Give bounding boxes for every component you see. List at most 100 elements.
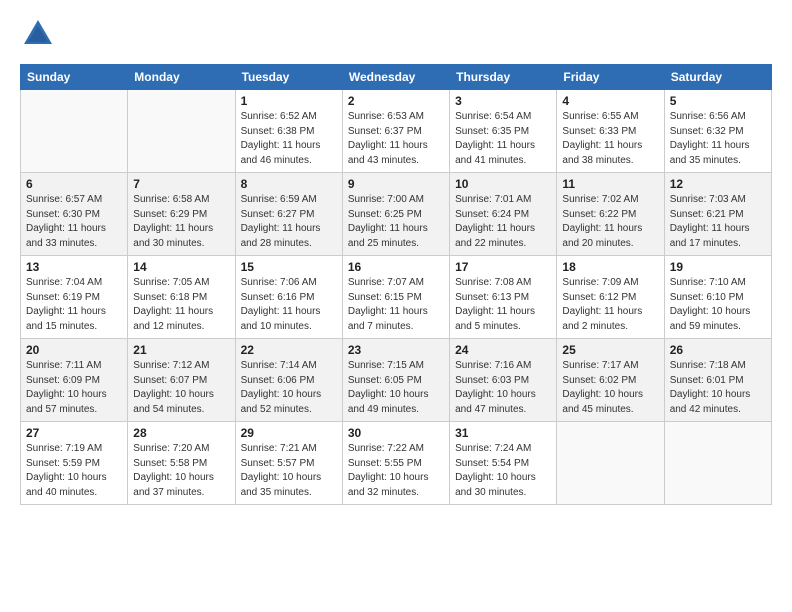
day-number: 14 [133,260,229,274]
calendar-day-cell [128,90,235,173]
day-number: 8 [241,177,337,191]
day-detail: Sunrise: 7:02 AMSunset: 6:22 PMDaylight:… [562,193,658,251]
calendar-day-cell: 8Sunrise: 6:59 AMSunset: 6:27 PMDaylight… [235,173,342,256]
day-detail: Sunrise: 7:12 AMSunset: 6:07 PMDaylight:… [133,359,229,417]
day-detail: Sunrise: 6:52 AMSunset: 6:38 PMDaylight:… [241,110,337,168]
calendar-day-cell: 23 Sunrise: 7:15 AMSunset: 6:05 PMDayligh… [342,339,449,422]
calendar-day-cell: 13 Sunrise: 7:04 AMSunset: 6:19 PMDayligh… [21,256,128,339]
day-number: 30 [348,426,444,440]
day-detail: Sunrise: 7:11 AMSunset: 6:09 PMDaylight:… [26,359,122,417]
calendar-day-cell: 21 Sunrise: 7:12 AMSunset: 6:07 PMDayligh… [128,339,235,422]
page: SundayMondayTuesdayWednesdayThursdayFrid… [0,0,792,525]
logo-icon [20,16,56,52]
weekday-header: Sunday [21,65,128,90]
day-number: 19 [670,260,766,274]
day-detail: Sunrise: 7:18 AMSunset: 6:01 PMDaylight:… [670,359,766,417]
day-detail: Sunrise: 7:07 AMSunset: 6:15 PMDaylight:… [348,276,444,334]
day-number: 15 [241,260,337,274]
day-number: 24 [455,343,551,357]
calendar-day-cell: 14Sunrise: 7:05 AMSunset: 6:18 PMDayligh… [128,256,235,339]
calendar-day-cell: 15Sunrise: 7:06 AMSunset: 6:16 PMDayligh… [235,256,342,339]
calendar-day-cell: 17 Sunrise: 7:08 AMSunset: 6:13 PMDayligh… [450,256,557,339]
calendar-week-row: 13 Sunrise: 7:04 AMSunset: 6:19 PMDayligh… [21,256,772,339]
calendar-day-cell: 7 Sunrise: 6:58 AMSunset: 6:29 PMDaylight… [128,173,235,256]
calendar-day-cell: 25 Sunrise: 7:17 AMSunset: 6:02 PMDayligh… [557,339,664,422]
day-number: 26 [670,343,766,357]
day-number: 3 [455,94,551,108]
day-detail: Sunrise: 7:20 AMSunset: 5:58 PMDaylight:… [133,442,229,500]
calendar-day-cell [664,422,771,505]
weekday-header: Saturday [664,65,771,90]
calendar-day-cell [21,90,128,173]
day-detail: Sunrise: 7:22 AMSunset: 5:55 PMDaylight:… [348,442,444,500]
day-detail: Sunrise: 7:21 AMSunset: 5:57 PMDaylight:… [241,442,337,500]
calendar-day-cell: 11 Sunrise: 7:02 AMSunset: 6:22 PMDayligh… [557,173,664,256]
day-number: 7 [133,177,229,191]
day-detail: Sunrise: 7:04 AMSunset: 6:19 PMDaylight:… [26,276,122,334]
day-detail: Sunrise: 7:15 AMSunset: 6:05 PMDaylight:… [348,359,444,417]
calendar-day-cell: 22Sunrise: 7:14 AMSunset: 6:06 PMDayligh… [235,339,342,422]
day-detail: Sunrise: 7:19 AMSunset: 5:59 PMDaylight:… [26,442,122,500]
day-detail: Sunrise: 7:09 AMSunset: 6:12 PMDaylight:… [562,276,658,334]
calendar-day-cell: 5 Sunrise: 6:56 AMSunset: 6:32 PMDaylight… [664,90,771,173]
calendar-week-row: 27 Sunrise: 7:19 AMSunset: 5:59 PMDayligh… [21,422,772,505]
calendar-week-row: 20Sunrise: 7:11 AMSunset: 6:09 PMDayligh… [21,339,772,422]
calendar-day-cell: 18 Sunrise: 7:09 AMSunset: 6:12 PMDayligh… [557,256,664,339]
logo [20,16,60,52]
day-number: 31 [455,426,551,440]
calendar-day-cell: 1 Sunrise: 6:52 AMSunset: 6:38 PMDaylight… [235,90,342,173]
calendar-header-row: SundayMondayTuesdayWednesdayThursdayFrid… [21,65,772,90]
weekday-header: Tuesday [235,65,342,90]
day-detail: Sunrise: 7:03 AMSunset: 6:21 PMDaylight:… [670,193,766,251]
calendar-day-cell: 28 Sunrise: 7:20 AMSunset: 5:58 PMDayligh… [128,422,235,505]
header [20,16,772,52]
day-detail: Sunrise: 6:58 AMSunset: 6:29 PMDaylight:… [133,193,229,251]
day-number: 21 [133,343,229,357]
calendar-day-cell: 3 Sunrise: 6:54 AMSunset: 6:35 PMDaylight… [450,90,557,173]
weekday-header: Thursday [450,65,557,90]
day-detail: Sunrise: 7:16 AMSunset: 6:03 PMDaylight:… [455,359,551,417]
calendar-week-row: 1 Sunrise: 6:52 AMSunset: 6:38 PMDaylight… [21,90,772,173]
day-number: 10 [455,177,551,191]
weekday-header: Monday [128,65,235,90]
weekday-header: Wednesday [342,65,449,90]
calendar-day-cell: 27 Sunrise: 7:19 AMSunset: 5:59 PMDayligh… [21,422,128,505]
calendar-day-cell: 2Sunrise: 6:53 AMSunset: 6:37 PMDaylight… [342,90,449,173]
day-number: 9 [348,177,444,191]
calendar-day-cell: 6Sunrise: 6:57 AMSunset: 6:30 PMDaylight… [21,173,128,256]
day-number: 12 [670,177,766,191]
day-number: 25 [562,343,658,357]
day-number: 4 [562,94,658,108]
calendar-day-cell: 30 Sunrise: 7:22 AMSunset: 5:55 PMDayligh… [342,422,449,505]
calendar-table: SundayMondayTuesdayWednesdayThursdayFrid… [20,64,772,505]
calendar-day-cell: 4 Sunrise: 6:55 AMSunset: 6:33 PMDaylight… [557,90,664,173]
calendar-day-cell: 9 Sunrise: 7:00 AMSunset: 6:25 PMDaylight… [342,173,449,256]
calendar-day-cell: 29Sunrise: 7:21 AMSunset: 5:57 PMDayligh… [235,422,342,505]
calendar-week-row: 6Sunrise: 6:57 AMSunset: 6:30 PMDaylight… [21,173,772,256]
day-detail: Sunrise: 7:08 AMSunset: 6:13 PMDaylight:… [455,276,551,334]
day-number: 11 [562,177,658,191]
day-number: 1 [241,94,337,108]
day-number: 28 [133,426,229,440]
day-number: 18 [562,260,658,274]
calendar-day-cell: 12 Sunrise: 7:03 AMSunset: 6:21 PMDayligh… [664,173,771,256]
day-detail: Sunrise: 6:56 AMSunset: 6:32 PMDaylight:… [670,110,766,168]
calendar-day-cell: 16 Sunrise: 7:07 AMSunset: 6:15 PMDayligh… [342,256,449,339]
day-number: 16 [348,260,444,274]
day-detail: Sunrise: 6:53 AMSunset: 6:37 PMDaylight:… [348,110,444,168]
calendar-day-cell: 26 Sunrise: 7:18 AMSunset: 6:01 PMDayligh… [664,339,771,422]
day-number: 27 [26,426,122,440]
day-detail: Sunrise: 6:54 AMSunset: 6:35 PMDaylight:… [455,110,551,168]
day-number: 17 [455,260,551,274]
day-number: 13 [26,260,122,274]
day-number: 23 [348,343,444,357]
day-number: 6 [26,177,122,191]
day-detail: Sunrise: 7:01 AMSunset: 6:24 PMDaylight:… [455,193,551,251]
calendar-day-cell: 20Sunrise: 7:11 AMSunset: 6:09 PMDayligh… [21,339,128,422]
day-detail: Sunrise: 7:00 AMSunset: 6:25 PMDaylight:… [348,193,444,251]
day-number: 22 [241,343,337,357]
day-detail: Sunrise: 7:17 AMSunset: 6:02 PMDaylight:… [562,359,658,417]
calendar-day-cell [557,422,664,505]
day-number: 5 [670,94,766,108]
day-detail: Sunrise: 6:55 AMSunset: 6:33 PMDaylight:… [562,110,658,168]
